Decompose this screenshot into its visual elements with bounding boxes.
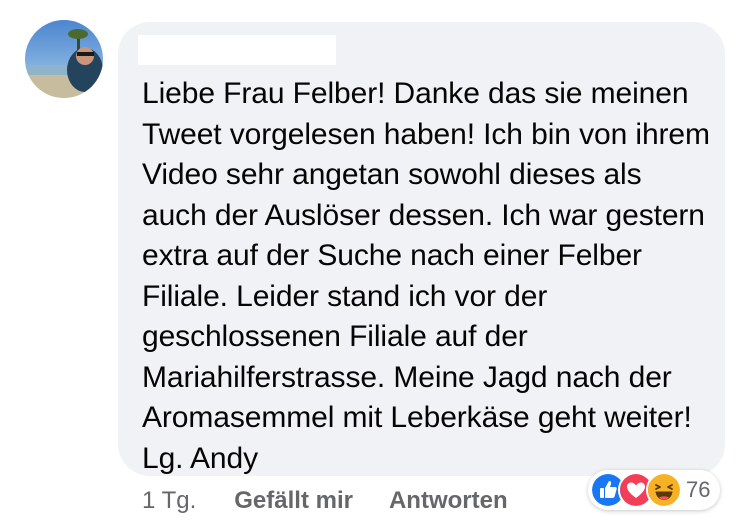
reactions-summary[interactable]: 76 [588,470,721,510]
comment-actions: 1 Tg. Gefällt mir Antworten [142,487,544,515]
like-button[interactable]: Gefällt mir [234,487,353,515]
reaction-count: 76 [686,477,711,502]
comment-text: Liebe Frau Felber! Danke das sie meinen … [142,77,710,475]
reply-button[interactable]: Antworten [389,487,508,515]
haha-icon [646,472,682,508]
avatar[interactable] [25,20,103,98]
author-name-redacted[interactable] [138,35,336,65]
comment-timestamp[interactable]: 1 Tg. [142,487,196,515]
comment-bubble: Liebe Frau Felber! Danke das sie meinen … [118,22,725,476]
